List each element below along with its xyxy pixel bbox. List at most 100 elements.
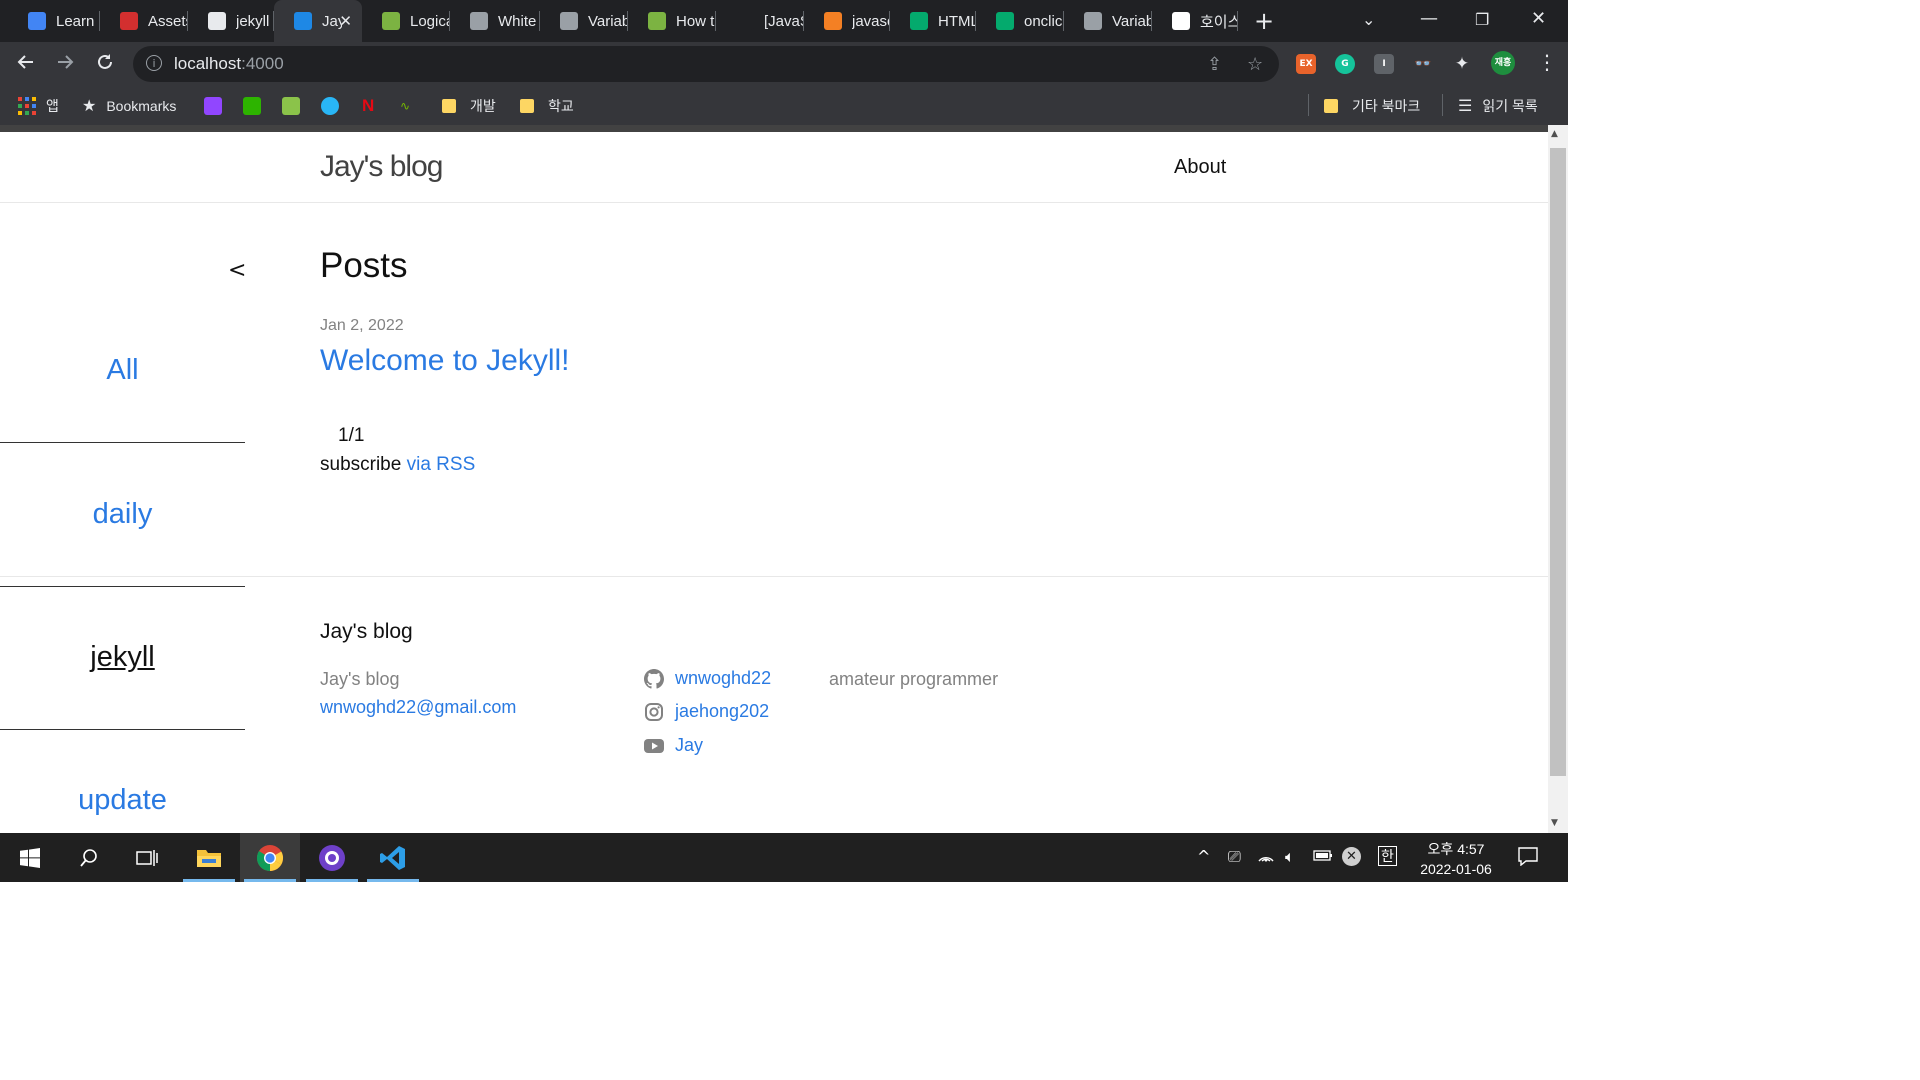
page-top-border: [0, 125, 1548, 132]
browser-tab[interactable]: [JavaS: [716, 0, 804, 42]
browser-tab[interactable]: Variab: [540, 0, 628, 42]
meet-now-icon[interactable]: ⎚: [1228, 847, 1241, 867]
chrome-taskbar-button[interactable]: [240, 833, 300, 882]
tab-title: Logica: [410, 12, 450, 30]
reading-list[interactable]: ☰ 읽기 목록: [1458, 96, 1538, 116]
site-header: Jay's blog About: [0, 132, 1548, 203]
tab-separator: [1237, 11, 1238, 31]
tab-title: Variab: [1112, 12, 1152, 30]
instagram-link[interactable]: jaehong202: [675, 701, 769, 722]
netflix-icon[interactable]: N: [362, 97, 380, 115]
wifi-icon[interactable]: [1257, 847, 1275, 867]
bookmark-circle-icon[interactable]: [321, 97, 339, 115]
forward-button[interactable]: [55, 52, 75, 77]
volume-icon[interactable]: 🔈︎: [1285, 847, 1295, 867]
tab-title: jekyll: [236, 12, 270, 30]
scroll-up-arrow[interactable]: ▲: [1551, 129, 1558, 139]
profile-avatar[interactable]: 재홍: [1491, 51, 1515, 75]
browser-tab[interactable]: Variab: [1064, 0, 1152, 42]
minimize-button[interactable]: —: [1420, 8, 1438, 29]
back-button[interactable]: [16, 52, 36, 77]
vscode-button[interactable]: [363, 833, 423, 882]
sidebar-collapse-toggle[interactable]: <: [228, 258, 246, 283]
browser-tab[interactable]: HTML: [890, 0, 976, 42]
extension-i-icon[interactable]: I: [1374, 54, 1394, 74]
restore-button[interactable]: ❐: [1475, 10, 1489, 29]
scrollbar-thumb[interactable]: [1550, 148, 1566, 776]
search-button[interactable]: [59, 833, 119, 882]
task-view-button[interactable]: [117, 833, 177, 882]
share-icon[interactable]: ⇪: [1207, 54, 1222, 75]
github-social: wnwoghd22: [644, 668, 771, 689]
tab-title: [JavaS: [764, 12, 804, 30]
battery-icon[interactable]: [1313, 847, 1333, 866]
bookmark-star-icon[interactable]: ☆: [1247, 54, 1263, 75]
browser-tab[interactable]: jekyll: [188, 0, 274, 42]
clock-date: 2022-01-06: [1420, 861, 1492, 877]
browser-tab[interactable]: Jay ✕: [274, 0, 362, 42]
browser-tab[interactable]: Logica: [362, 0, 450, 42]
bookmark-folder-school[interactable]: 학교: [520, 96, 574, 116]
ime-indicator[interactable]: 한: [1378, 846, 1397, 866]
browser-tab[interactable]: onclic: [976, 0, 1064, 42]
post-title-link[interactable]: Welcome to Jekyll!: [320, 344, 570, 378]
other-bookmarks[interactable]: 기타 북마크: [1324, 96, 1420, 116]
bookmarks-shortcut[interactable]: ★ Bookmarks: [82, 96, 176, 116]
browser-tab[interactable]: Assets: [100, 0, 188, 42]
category-daily[interactable]: daily: [0, 498, 245, 531]
browser-tab[interactable]: 호이스: [1152, 0, 1238, 42]
twitch-icon[interactable]: [204, 97, 222, 115]
extension-ex-icon[interactable]: EX: [1296, 54, 1316, 74]
browser-tab[interactable]: White: [450, 0, 540, 42]
tab-search-icon[interactable]: ⌄: [1362, 10, 1375, 29]
error-status-icon[interactable]: ✕: [1342, 847, 1361, 866]
tab-strip: Learn Assets jekyllJay✕ Logica White Variab Ho…: [0, 0, 1568, 42]
glasses-extension-icon[interactable]: 👓: [1413, 54, 1433, 74]
nvidia-icon[interactable]: ∿: [400, 97, 418, 115]
forward-arrow-icon: [58, 55, 74, 69]
close-tab-icon[interactable]: ✕: [339, 12, 352, 30]
apps-label: 앱: [46, 98, 59, 114]
browser-tab[interactable]: How t: [628, 0, 716, 42]
grammarly-icon[interactable]: G: [1335, 54, 1355, 74]
url-text[interactable]: localhost:4000: [174, 54, 284, 74]
youtube-link[interactable]: Jay: [675, 735, 703, 756]
vscode-icon: [380, 845, 405, 870]
file-explorer-button[interactable]: [179, 833, 239, 882]
folder-icon: [520, 99, 534, 113]
bookmarks-divider: [1308, 94, 1309, 116]
github-desktop-button[interactable]: [302, 833, 362, 882]
new-tab-button[interactable]: +: [1254, 7, 1274, 35]
github-link[interactable]: wnwoghd22: [675, 668, 771, 689]
close-window-button[interactable]: ✕: [1531, 8, 1546, 29]
category-jekyll[interactable]: jekyll: [0, 641, 245, 674]
category-update[interactable]: update: [0, 784, 245, 817]
start-button[interactable]: [0, 833, 60, 882]
footer-email-link[interactable]: wnwoghd22@gmail.com: [320, 697, 516, 718]
letter-j-icon: [294, 12, 312, 30]
site-info-icon[interactable]: i: [146, 55, 162, 71]
nav-about-link[interactable]: About: [1174, 156, 1226, 179]
drop-icon: [470, 12, 488, 30]
tab-title: HTML: [938, 12, 976, 30]
menu-kebab-icon[interactable]: ⋮: [1537, 50, 1557, 74]
browser-tab[interactable]: javasc: [804, 0, 890, 42]
rss-link[interactable]: via RSS: [407, 454, 476, 475]
naver-webtoon-icon[interactable]: [243, 97, 261, 115]
apps-shortcut[interactable]: 앱: [18, 96, 59, 116]
site-title-link[interactable]: Jay's blog: [320, 150, 443, 184]
youtube-icon: [644, 738, 664, 753]
category-all[interactable]: All: [0, 354, 245, 387]
address-bar[interactable]: i localhost:4000 ⇪ ☆: [133, 46, 1279, 82]
show-hidden-icons-chevron-icon[interactable]: ^: [1197, 847, 1210, 866]
scroll-down-arrow[interactable]: ▼: [1551, 818, 1558, 828]
system-clock[interactable]: 오후 4:57 2022-01-06: [1414, 839, 1498, 879]
reload-button[interactable]: [95, 52, 115, 77]
back-arrow-icon: [17, 55, 33, 69]
folder-icon: [1324, 99, 1338, 113]
notification-center-icon[interactable]: [1517, 846, 1539, 870]
bookmark-site-icon[interactable]: [282, 97, 300, 115]
bookmark-folder-dev[interactable]: 개발: [442, 96, 496, 116]
browser-tab[interactable]: Learn: [8, 0, 100, 42]
extensions-puzzle-icon[interactable]: ✦: [1452, 54, 1472, 74]
